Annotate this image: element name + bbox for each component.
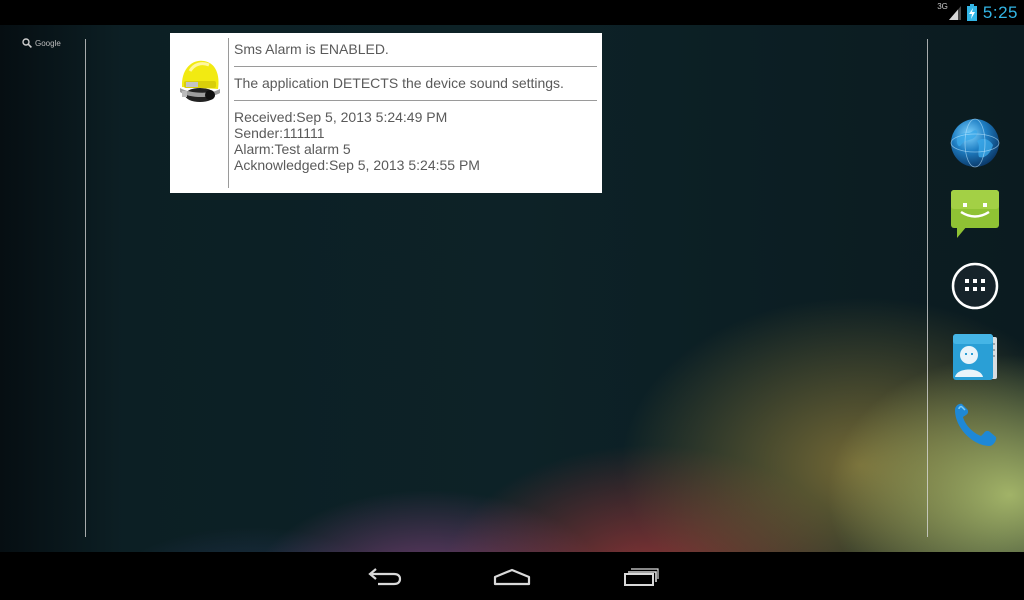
sender-text: Sender:111111 bbox=[234, 125, 325, 141]
browser-shortcut[interactable] bbox=[949, 117, 1001, 169]
acknowledged-text: Acknowledged:Sep 5, 2013 5:24:55 PM bbox=[234, 157, 480, 173]
network-type-label: 3G bbox=[937, 2, 948, 11]
widget-separator bbox=[234, 66, 597, 67]
globe-icon bbox=[950, 118, 1000, 168]
status-bar: 3G 5:25 bbox=[0, 0, 1024, 25]
widget-separator bbox=[234, 100, 597, 101]
widget-content: Sms Alarm is ENABLED. The application DE… bbox=[234, 41, 598, 173]
home-screen: 3G 5:25 Google Sms Alarm is ENABLED. The… bbox=[0, 0, 1024, 600]
alarm-text: Alarm:Test alarm 5 bbox=[234, 141, 351, 157]
home-button[interactable] bbox=[492, 562, 532, 590]
sound-settings-text: The application DETECTS the device sound… bbox=[234, 75, 564, 91]
received-text: Received:Sep 5, 2013 5:24:49 PM bbox=[234, 109, 448, 125]
battery-charging-icon bbox=[966, 4, 977, 21]
home-icon bbox=[493, 568, 531, 586]
search-icon bbox=[22, 38, 32, 48]
status-indicators: 3G 5:25 bbox=[937, 0, 1018, 25]
phone-icon bbox=[955, 403, 997, 446]
messaging-shortcut[interactable] bbox=[949, 188, 1001, 240]
contacts-icon bbox=[953, 334, 997, 380]
navigation-bar bbox=[0, 552, 1024, 600]
recent-apps-icon bbox=[624, 568, 659, 586]
messaging-icon bbox=[951, 190, 999, 238]
all-apps-button[interactable] bbox=[949, 260, 1001, 312]
google-search-bar[interactable]: Google bbox=[22, 38, 61, 48]
back-button[interactable] bbox=[364, 562, 404, 590]
workspace-edge-right bbox=[927, 39, 928, 537]
app-drawer-icon bbox=[951, 262, 999, 310]
widget-divider bbox=[228, 38, 229, 188]
alarm-status-text: Sms Alarm is ENABLED. bbox=[234, 41, 389, 57]
signal-icon bbox=[948, 5, 961, 20]
people-shortcut[interactable] bbox=[949, 331, 1001, 383]
sms-alarm-widget[interactable]: Sms Alarm is ENABLED. The application DE… bbox=[170, 33, 602, 193]
back-icon bbox=[368, 568, 402, 586]
search-label: Google bbox=[35, 38, 61, 48]
phone-shortcut[interactable] bbox=[949, 400, 1001, 452]
clock: 5:25 bbox=[982, 2, 1018, 22]
firefighter-helmet-icon bbox=[176, 55, 222, 105]
workspace-edge-left bbox=[85, 39, 86, 537]
recent-apps-button[interactable] bbox=[620, 562, 660, 590]
